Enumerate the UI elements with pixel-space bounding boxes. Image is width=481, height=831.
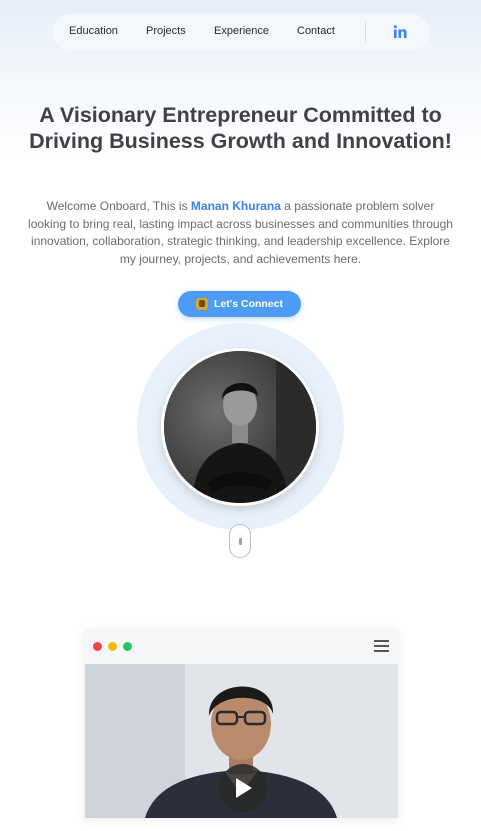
profile-photo xyxy=(161,348,319,506)
lets-connect-button[interactable]: Let's Connect xyxy=(178,291,301,317)
video-card xyxy=(83,628,400,818)
nav-item-education[interactable]: Education xyxy=(69,25,118,37)
top-nav: Education Projects Experience Contact xyxy=(52,14,430,50)
window-dot-red xyxy=(93,642,102,651)
page: Education Projects Experience Contact A … xyxy=(0,0,481,831)
play-icon[interactable] xyxy=(219,764,267,812)
window-dot-green xyxy=(123,642,132,651)
linkedin-icon[interactable] xyxy=(393,24,409,40)
hero-intro: Welcome Onboard, This is Manan Khurana a… xyxy=(28,198,453,268)
nav-item-projects[interactable]: Projects xyxy=(146,25,186,37)
hero-headline: A Visionary Entrepreneur Committed to Dr… xyxy=(29,103,452,153)
nav-divider xyxy=(365,22,366,42)
window-dot-yellow xyxy=(108,642,117,651)
browser-bar xyxy=(83,628,400,664)
video-thumbnail[interactable] xyxy=(85,664,398,818)
nav-item-experience[interactable]: Experience xyxy=(214,25,269,37)
nav-item-contact[interactable]: Contact xyxy=(297,25,335,37)
intro-text-start: Welcome Onboard, This is xyxy=(46,199,191,213)
mouse-scroll-icon xyxy=(229,524,251,558)
hero-name: Manan Khurana xyxy=(190,199,281,213)
lets-connect-label: Let's Connect xyxy=(213,298,283,310)
scroll-wheel xyxy=(238,538,242,545)
hamburger-menu-icon[interactable] xyxy=(374,640,389,652)
handshake-icon xyxy=(195,298,208,310)
